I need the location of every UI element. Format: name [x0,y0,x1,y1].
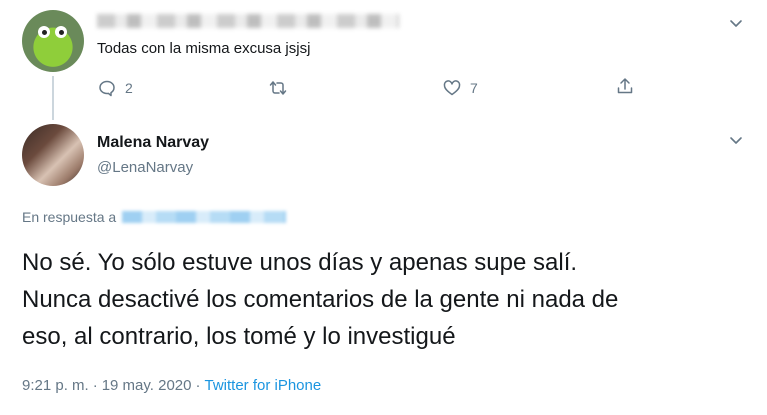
reply-icon [99,80,115,97]
tweet-text-line: Nunca desactivé los comentarios de la ge… [22,286,619,313]
tweet-text: No sé. Yo sólo estuve unos días y apenas… [22,244,747,355]
heart-icon [443,80,461,96]
share-button[interactable] [615,76,635,96]
retweet-icon [269,81,287,95]
share-icon [617,78,633,94]
like-button[interactable]: 7 [442,78,478,98]
tweet-thread: Todas con la misma excusa jsjsj 2 7 Male… [0,0,767,415]
replying-to-label: En respuesta a [22,209,117,225]
reply-count: 2 [125,80,133,96]
reply-button[interactable]: 2 [97,78,133,98]
obscured-author-name [97,14,399,28]
avatar-eye-left [38,26,50,38]
parent-tweet-text: Todas con la misma excusa jsjsj [97,40,311,57]
chevron-down-icon[interactable] [729,133,743,147]
display-name[interactable]: Malena Narvay [97,134,209,152]
chevron-down-icon[interactable] [729,16,743,30]
tweet-metadata: 9:21 p. m. · 19 may. 2020 · Twitter for … [22,377,321,394]
meta-separator: · [195,377,201,394]
tweet-date[interactable]: 19 may. 2020 [102,377,192,394]
obscured-replied-handle[interactable] [122,211,287,223]
avatar[interactable] [22,124,84,186]
meta-separator: · [92,377,98,394]
tweet-actions: 2 7 [0,76,767,100]
tweet-text-line: No sé. Yo sólo estuve unos días y apenas… [22,249,578,276]
tweet-text-line: eso, al contrario, los tomé y lo investi… [22,323,456,350]
retweet-button[interactable] [268,78,296,98]
user-handle[interactable]: @LenaNarvay [97,159,193,176]
avatar[interactable] [22,10,84,72]
tweet-source[interactable]: Twitter for iPhone [204,377,321,394]
avatar-eye-right [55,26,67,38]
replying-to: En respuesta a [22,209,287,225]
like-count: 7 [470,80,478,96]
tweet-time[interactable]: 9:21 p. m. [22,377,89,394]
